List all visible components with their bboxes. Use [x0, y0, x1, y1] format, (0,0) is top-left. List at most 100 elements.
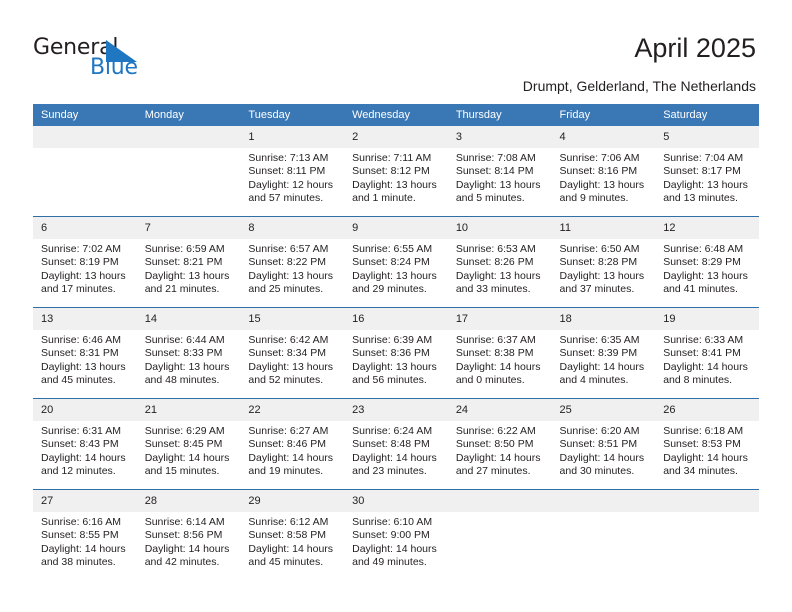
calendar-day-cell[interactable]: 11 Sunrise: 6:50 AM Sunset: 8:28 PM Dayli… [551, 216, 656, 308]
page-title: April 2025 [634, 33, 756, 63]
calendar-day-cell[interactable]: 3 Sunrise: 7:08 AM Sunset: 8:14 PM Daylig… [447, 126, 552, 217]
day-sun-info: Sunrise: 6:33 AM Sunset: 8:41 PM Dayligh… [663, 334, 748, 387]
day-sun-info: Sunrise: 6:29 AM Sunset: 8:45 PM Dayligh… [144, 425, 230, 478]
day-sun-info: Sunrise: 6:10 AM Sunset: 9:00 PM Dayligh… [352, 516, 437, 569]
day-number [551, 490, 656, 512]
calendar-day-cell[interactable]: 9 Sunrise: 6:55 AM Sunset: 8:24 PM Daylig… [344, 216, 448, 308]
calendar-week-row: 1 Sunrise: 7:13 AM Sunset: 8:11 PM Daylig… [33, 126, 759, 217]
calendar-day-cell[interactable]: 22 Sunrise: 6:27 AM Sunset: 8:46 PM Dayli… [240, 398, 345, 490]
calendar-day-cell[interactable]: 8 Sunrise: 6:57 AM Sunset: 8:22 PM Daylig… [240, 216, 345, 308]
calendar-day-cell[interactable]: 15 Sunrise: 6:42 AM Sunset: 8:34 PM Dayli… [240, 307, 345, 399]
day-sun-info: Sunrise: 6:27 AM Sunset: 8:46 PM Dayligh… [248, 425, 334, 478]
day-number: 26 [655, 399, 759, 421]
weekday-header-wednesday: Wednesday [344, 104, 448, 126]
calendar-day-cell[interactable]: 30 Sunrise: 6:10 AM Sunset: 9:00 PM Dayli… [344, 489, 448, 580]
day-sun-info [137, 148, 241, 152]
day-number [33, 126, 137, 148]
calendar-day-cell[interactable]: 5 Sunrise: 7:04 AM Sunset: 8:17 PM Daylig… [655, 126, 759, 217]
calendar-day-cell[interactable]: 14 Sunrise: 6:44 AM Sunset: 8:33 PM Dayli… [136, 307, 241, 399]
weekday-header-tuesday: Tuesday [240, 104, 345, 126]
calendar-day-cell[interactable]: 21 Sunrise: 6:29 AM Sunset: 8:45 PM Dayli… [136, 398, 241, 490]
day-number: 27 [33, 490, 137, 512]
calendar-day-cell[interactable]: 2 Sunrise: 7:11 AM Sunset: 8:12 PM Daylig… [344, 126, 448, 217]
day-number: 10 [447, 217, 552, 239]
calendar-day-cell[interactable]: 25 Sunrise: 6:20 AM Sunset: 8:51 PM Dayli… [551, 398, 656, 490]
weekday-header-friday: Friday [551, 104, 656, 126]
day-sun-info: Sunrise: 6:35 AM Sunset: 8:39 PM Dayligh… [559, 334, 645, 387]
brand-logo[interactable]: General Blue [33, 36, 213, 86]
day-number: 24 [447, 399, 552, 421]
day-number: 20 [33, 399, 137, 421]
brand-name-blue: Blue [90, 55, 138, 80]
day-sun-info [655, 512, 759, 516]
calendar-body: 1 Sunrise: 7:13 AM Sunset: 8:11 PM Daylig… [33, 126, 759, 580]
weekday-header-saturday: Saturday [655, 104, 759, 126]
day-number: 15 [240, 308, 345, 330]
calendar-day-cell[interactable]: 1 Sunrise: 7:13 AM Sunset: 8:11 PM Daylig… [240, 126, 345, 217]
day-sun-info: Sunrise: 7:04 AM Sunset: 8:17 PM Dayligh… [663, 152, 748, 205]
day-sun-info: Sunrise: 6:24 AM Sunset: 8:48 PM Dayligh… [352, 425, 437, 478]
day-number: 13 [33, 308, 137, 330]
day-number: 5 [655, 126, 759, 148]
calendar-day-cell[interactable]: 16 Sunrise: 6:39 AM Sunset: 8:36 PM Dayli… [344, 307, 448, 399]
day-sun-info: Sunrise: 7:11 AM Sunset: 8:12 PM Dayligh… [352, 152, 437, 205]
calendar-week-row: 20 Sunrise: 6:31 AM Sunset: 8:43 PM Dayli… [33, 398, 759, 490]
calendar-header-row: Sunday Monday Tuesday Wednesday Thursday Frid… [33, 104, 759, 126]
calendar-day-cell[interactable]: 29 Sunrise: 6:12 AM Sunset: 8:58 PM Dayli… [240, 489, 345, 580]
day-sun-info: Sunrise: 6:37 AM Sunset: 8:38 PM Dayligh… [455, 334, 541, 387]
day-number: 8 [240, 217, 345, 239]
day-number [447, 490, 552, 512]
day-sun-info: Sunrise: 6:14 AM Sunset: 8:56 PM Dayligh… [144, 516, 230, 569]
calendar-day-cell[interactable]: 4 Sunrise: 7:06 AM Sunset: 8:16 PM Daylig… [551, 126, 656, 217]
day-sun-info [552, 512, 656, 516]
weekday-header-monday: Monday [136, 104, 241, 126]
day-sun-info: Sunrise: 6:46 AM Sunset: 8:31 PM Dayligh… [41, 334, 126, 387]
day-sun-info: Sunrise: 7:06 AM Sunset: 8:16 PM Dayligh… [559, 152, 645, 205]
day-sun-info [448, 512, 552, 516]
day-number: 22 [240, 399, 345, 421]
calendar-day-cell[interactable]: 26 Sunrise: 6:18 AM Sunset: 8:53 PM Dayli… [655, 398, 759, 490]
day-sun-info: Sunrise: 6:31 AM Sunset: 8:43 PM Dayligh… [41, 425, 126, 478]
page-header: General Blue April 2025 Drumpt, Gelderla… [0, 0, 792, 104]
calendar-day-cell[interactable]: 17 Sunrise: 6:37 AM Sunset: 8:38 PM Dayli… [447, 307, 552, 399]
day-number: 28 [136, 490, 241, 512]
day-number: 11 [551, 217, 656, 239]
calendar-day-cell[interactable]: 13 Sunrise: 6:46 AM Sunset: 8:31 PM Dayli… [33, 307, 137, 399]
calendar-day-cell[interactable]: 7 Sunrise: 6:59 AM Sunset: 8:21 PM Daylig… [136, 216, 241, 308]
calendar-page: General Blue April 2025 Drumpt, Gelderla… [0, 0, 792, 612]
day-number: 25 [551, 399, 656, 421]
calendar-day-cell[interactable]: 18 Sunrise: 6:35 AM Sunset: 8:39 PM Dayli… [551, 307, 656, 399]
day-sun-info: Sunrise: 6:20 AM Sunset: 8:51 PM Dayligh… [559, 425, 645, 478]
calendar-day-cell[interactable]: 23 Sunrise: 6:24 AM Sunset: 8:48 PM Dayli… [344, 398, 448, 490]
calendar-day-cell[interactable]: 20 Sunrise: 6:31 AM Sunset: 8:43 PM Dayli… [33, 398, 137, 490]
weekday-header-thursday: Thursday [447, 104, 552, 126]
calendar-week-row: 27 Sunrise: 6:16 AM Sunset: 8:55 PM Dayli… [33, 489, 759, 580]
day-number: 9 [344, 217, 448, 239]
calendar-day-cell[interactable]: 24 Sunrise: 6:22 AM Sunset: 8:50 PM Dayli… [447, 398, 552, 490]
calendar-week-row: 6 Sunrise: 7:02 AM Sunset: 8:19 PM Daylig… [33, 216, 759, 308]
day-sun-info: Sunrise: 7:02 AM Sunset: 8:19 PM Dayligh… [41, 243, 126, 296]
calendar-day-cell[interactable]: 28 Sunrise: 6:14 AM Sunset: 8:56 PM Dayli… [136, 489, 241, 580]
calendar-empty-cell [33, 126, 137, 217]
day-sun-info: Sunrise: 6:12 AM Sunset: 8:58 PM Dayligh… [248, 516, 334, 569]
day-number [136, 126, 241, 148]
calendar-day-cell[interactable]: 10 Sunrise: 6:53 AM Sunset: 8:26 PM Dayli… [447, 216, 552, 308]
calendar-day-cell[interactable]: 27 Sunrise: 6:16 AM Sunset: 8:55 PM Dayli… [33, 489, 137, 580]
page-subtitle: Drumpt, Gelderland, The Netherlands [522, 78, 756, 94]
calendar-day-cell[interactable]: 19 Sunrise: 6:33 AM Sunset: 8:41 PM Dayli… [655, 307, 759, 399]
day-number: 7 [136, 217, 241, 239]
day-number: 6 [33, 217, 137, 239]
calendar-grid: Sunday Monday Tuesday Wednesday Thursday Frid… [33, 104, 759, 580]
day-sun-info: Sunrise: 6:48 AM Sunset: 8:29 PM Dayligh… [663, 243, 748, 296]
calendar-empty-cell [136, 126, 241, 217]
calendar-empty-cell [655, 489, 759, 580]
day-sun-info: Sunrise: 6:42 AM Sunset: 8:34 PM Dayligh… [248, 334, 334, 387]
calendar-empty-cell [447, 489, 552, 580]
calendar-empty-cell [551, 489, 656, 580]
day-number [655, 490, 759, 512]
calendar-day-cell[interactable]: 6 Sunrise: 7:02 AM Sunset: 8:19 PM Daylig… [33, 216, 137, 308]
day-number: 2 [344, 126, 448, 148]
calendar-day-cell[interactable]: 12 Sunrise: 6:48 AM Sunset: 8:29 PM Dayli… [655, 216, 759, 308]
calendar-table: Sunday Monday Tuesday Wednesday Thursday Frid… [33, 104, 759, 580]
day-number: 14 [136, 308, 241, 330]
